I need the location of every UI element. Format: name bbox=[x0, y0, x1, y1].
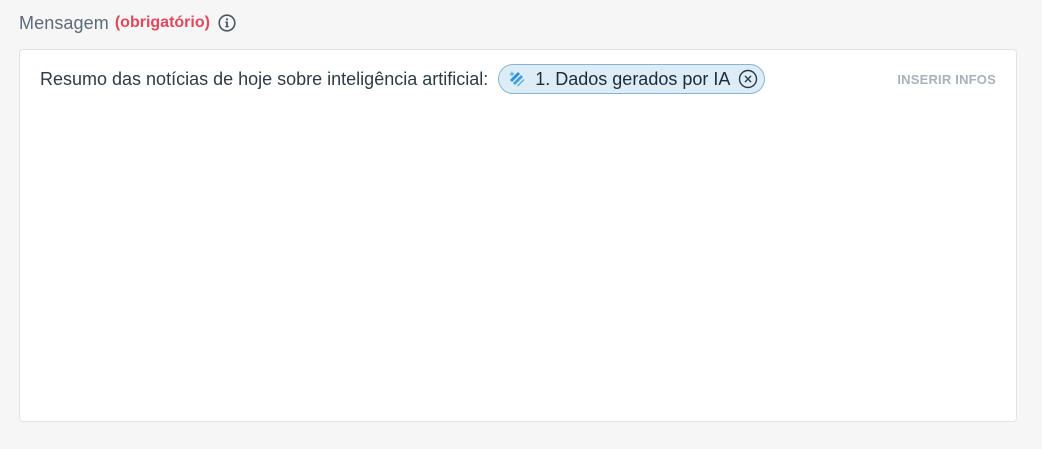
field-label-row: Mensagem (obrigatório) bbox=[19, 10, 236, 36]
insert-infos-button[interactable]: INSERIR INFOS bbox=[897, 72, 996, 87]
message-text[interactable]: Resumo das notícias de hoje sobre inteli… bbox=[40, 69, 488, 90]
ai-data-chip[interactable]: 1. Dados gerados por IA bbox=[498, 64, 766, 94]
field-label: Mensagem bbox=[19, 12, 109, 33]
info-icon[interactable] bbox=[218, 14, 236, 32]
message-editor[interactable]: Resumo das notícias de hoje sobre inteli… bbox=[19, 49, 1017, 422]
chip-label: 1. Dados gerados por IA bbox=[535, 68, 731, 89]
close-circle-icon[interactable] bbox=[738, 69, 758, 89]
ai-sparkle-icon bbox=[507, 69, 527, 89]
editor-line: Resumo das notícias de hoje sobre inteli… bbox=[40, 63, 766, 95]
required-tag: (obrigatório) bbox=[114, 14, 210, 31]
